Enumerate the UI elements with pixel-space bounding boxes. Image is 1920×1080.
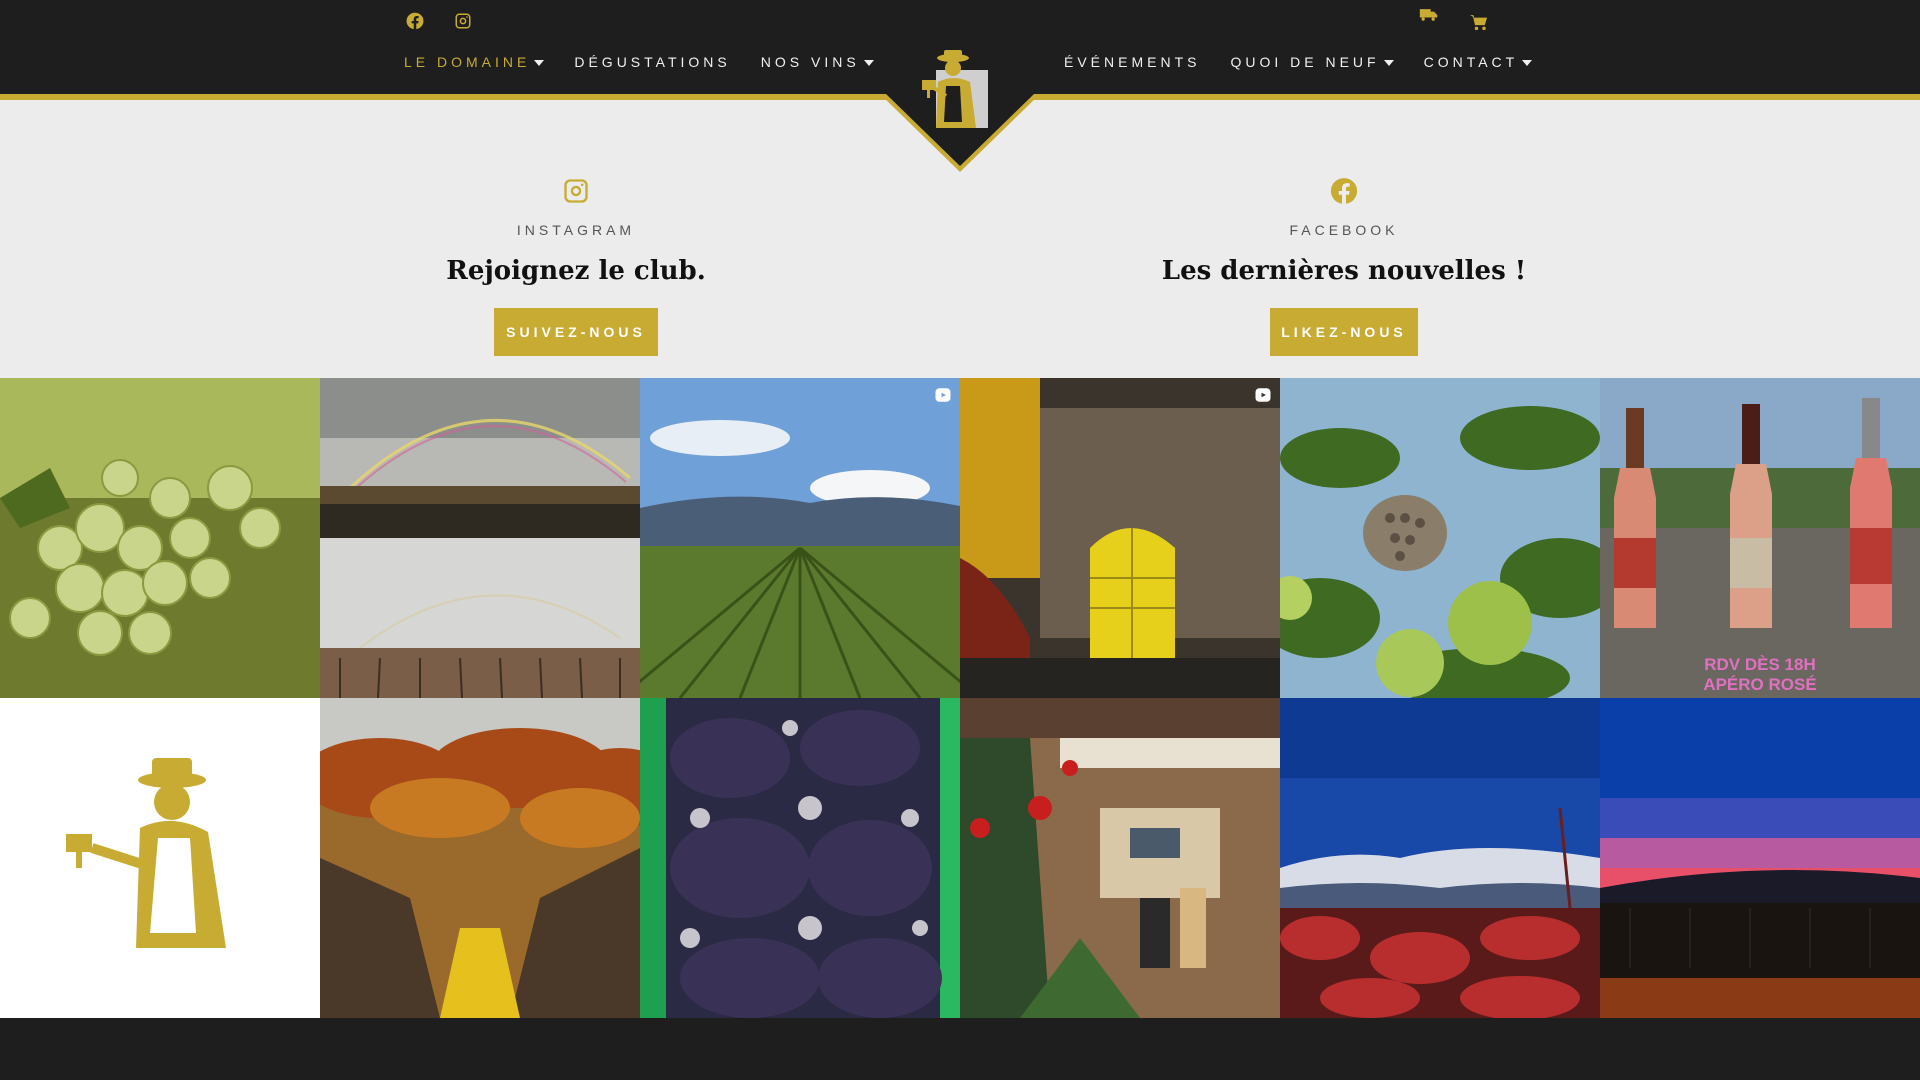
primary-nav-left: LE DOMAINE DÉGUSTATIONS NOS VINS: [404, 54, 904, 70]
primary-nav-right: ÉVÉNEMENTS QUOI DE NEUF CONTACT: [1064, 54, 1562, 70]
chevron-down-icon: [863, 60, 874, 66]
site-logo[interactable]: [880, 0, 1040, 172]
page: LE DOMAINE DÉGUSTATIONS NOS VINS ÉVÉNEME…: [0, 0, 1920, 1080]
nav-label: QUOI DE NEUF: [1230, 54, 1380, 70]
feed-tile-logo[interactable]: [0, 698, 320, 1018]
feed-tile-white-grapes[interactable]: [0, 378, 320, 698]
nav-label: NOS VINS: [760, 54, 860, 70]
nav-label: LE DOMAINE: [404, 54, 531, 70]
nav-degustations[interactable]: DÉGUSTATIONS: [574, 54, 730, 70]
feed-tile-grape-pomace[interactable]: [640, 698, 960, 1018]
nav-label: CONTACT: [1423, 54, 1519, 70]
feed-tile-autumn-vineyard[interactable]: [320, 698, 640, 1018]
feed-tile-christmas-tasting-room[interactable]: [960, 698, 1280, 1018]
feed-tile-vineyard-rows[interactable]: [640, 378, 960, 698]
cta-title: Rejoignez le club.: [446, 256, 706, 286]
like-us-button[interactable]: LIKEZ-NOUS: [1270, 308, 1418, 356]
delivery-truck-icon[interactable]: [1418, 4, 1440, 26]
instagram-icon[interactable]: [561, 176, 591, 206]
reel-icon: [1254, 386, 1272, 404]
feed-tile-snowy-mountains[interactable]: [1280, 698, 1600, 1018]
feed-tile-rainbow-over-vineyard[interactable]: [320, 378, 640, 698]
follow-us-button[interactable]: SUIVEZ-NOUS: [494, 308, 658, 356]
site-footer: [0, 1018, 1920, 1080]
nav-contact[interactable]: CONTACT: [1424, 54, 1533, 70]
feed-tile-rose-bottles[interactable]: RDV DÈS 18H APÉRO ROSÉ: [1600, 378, 1920, 698]
nav-label: ÉVÉNEMENTS: [1064, 54, 1201, 70]
cta-title: Les dernières nouvelles !: [1161, 256, 1527, 286]
nav-le-domaine[interactable]: LE DOMAINE: [404, 54, 545, 70]
reel-icon: [934, 386, 952, 404]
nav-label: DÉGUSTATIONS: [574, 54, 731, 70]
facebook-icon[interactable]: [1329, 176, 1359, 206]
chevron-down-icon: [534, 60, 545, 66]
instagram-cta: INSTAGRAM Rejoignez le club. SUIVEZ-NOUS: [296, 176, 856, 356]
tile-caption: RDV DÈS 18H: [1704, 655, 1815, 674]
chevron-down-icon: [1522, 60, 1533, 66]
cta-label: FACEBOOK: [1289, 222, 1399, 238]
shopping-cart-icon[interactable]: [1468, 12, 1490, 34]
feed-tile-cellar-door[interactable]: [960, 378, 1280, 698]
feed-tile-wasp-nest-apples[interactable]: [1280, 378, 1600, 698]
feed-tile-sunset[interactable]: [1600, 698, 1920, 1018]
instagram-feed: RDV DÈS 18H APÉRO ROSÉ: [0, 378, 1920, 1018]
facebook-icon[interactable]: [404, 10, 426, 32]
tile-caption: APÉRO ROSÉ: [1703, 675, 1816, 694]
facebook-cta: FACEBOOK Les dernières nouvelles ! LIKEZ…: [1064, 176, 1624, 356]
nav-evenements[interactable]: ÉVÉNEMENTS: [1064, 54, 1200, 70]
instagram-icon[interactable]: [452, 10, 474, 32]
chevron-down-icon: [1383, 60, 1394, 66]
nav-nos-vins[interactable]: NOS VINS: [761, 54, 874, 70]
nav-quoi-de-neuf[interactable]: QUOI DE NEUF: [1230, 54, 1394, 70]
header-social-links: [404, 10, 474, 32]
header-utility: [1418, 4, 1490, 34]
cta-label: INSTAGRAM: [516, 222, 636, 238]
